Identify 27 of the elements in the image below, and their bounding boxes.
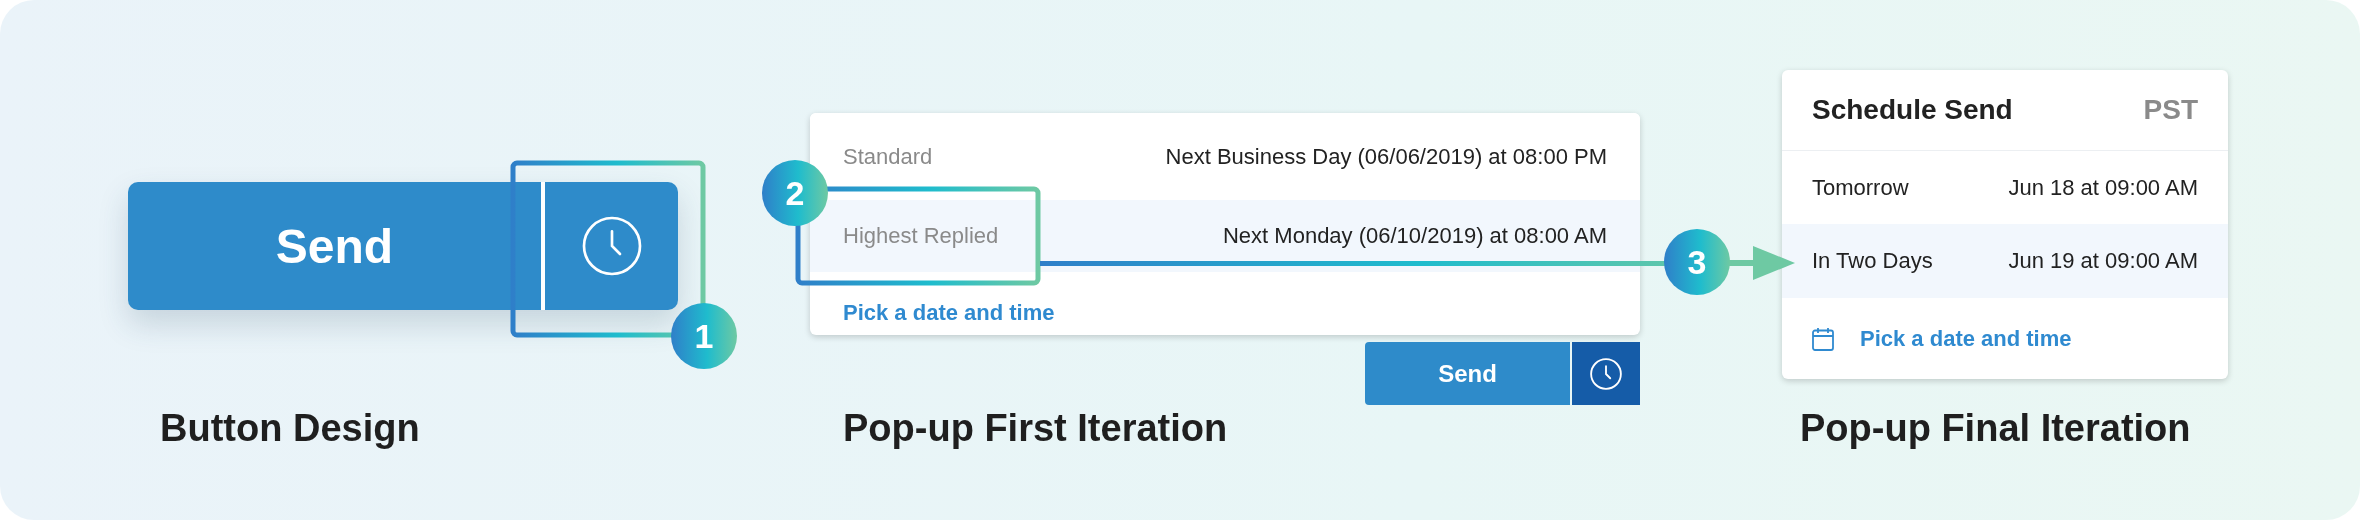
option-time: Jun 18 at 09:00 AM (2008, 174, 2198, 201)
option-label: Tomorrow (1812, 174, 1909, 201)
clock-icon (1589, 356, 1623, 391)
section-title: Pop-up First Iteration (842, 406, 1229, 451)
option-row[interactable]: Standard Next Business Day (06/06/2019) at 08:00 PM (810, 113, 1640, 200)
option-label: Standard (843, 143, 933, 170)
step-badge: 3 (1664, 229, 1730, 295)
option-time: Next Business Day (06/06/2019) at 08:00 PM (1165, 143, 1607, 170)
option-label: Highest Replied (843, 223, 999, 249)
schedule-button[interactable] (1572, 342, 1640, 405)
step-badge: 1 (671, 303, 737, 369)
section-title: Pop-up Final Iteration (1799, 406, 2192, 451)
option-row[interactable]: Highest Replied Next Monday (06/10/2019) at 08:00 AM (810, 200, 1640, 272)
send-button[interactable]: Send (1365, 342, 1570, 405)
option-time: Next Monday (06/10/2019) at 08:00 AM (1223, 223, 1607, 249)
option-label: In Two Days (1812, 248, 1933, 274)
send-button[interactable]: Send (128, 182, 545, 310)
calendar-icon (1812, 326, 1834, 351)
popup-title: Schedule Send (1812, 94, 2013, 126)
option-row[interactable]: In Two Days Jun 19 at 09:00 AM (1782, 224, 2228, 298)
option-time: Jun 19 at 09:00 AM (2008, 248, 2198, 274)
section-title: Button Design (159, 406, 421, 451)
option-row[interactable]: Tomorrow Jun 18 at 09:00 AM (1782, 151, 2228, 224)
pick-date-link[interactable]: Pick a date and time (843, 300, 1055, 326)
timezone-label: PST (2143, 94, 2198, 126)
step-badge: 2 (762, 160, 828, 226)
pick-date-link[interactable]: Pick a date and time (1860, 325, 2072, 352)
